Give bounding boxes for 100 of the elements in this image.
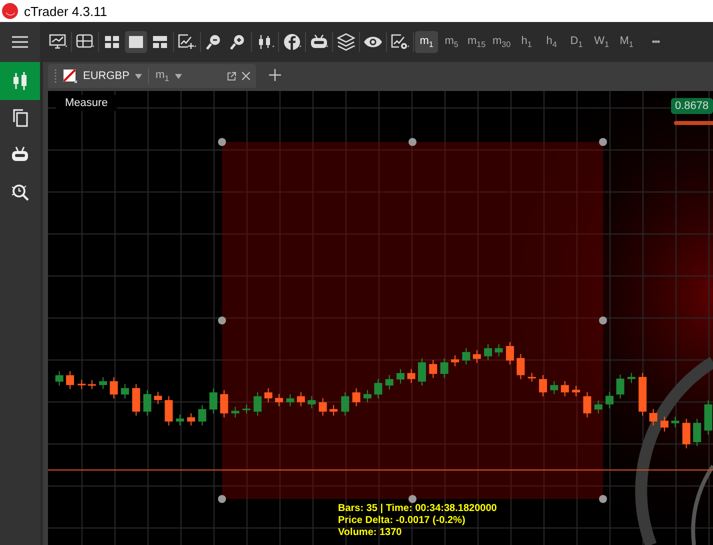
candle [66, 370, 74, 390]
candle [198, 404, 206, 426]
resize-handle[interactable] [218, 495, 226, 503]
resize-handle[interactable] [218, 138, 226, 146]
candle [154, 391, 162, 405]
chart-add-icon [178, 33, 196, 51]
candle [176, 414, 184, 426]
candle [494, 344, 503, 357]
candle [242, 404, 250, 414]
dropdown-caret-icon[interactable] [175, 74, 182, 78]
candle [132, 384, 140, 416]
candle [164, 396, 173, 426]
candle [594, 400, 602, 414]
candle [572, 385, 580, 397]
symbol-label[interactable]: EURGBP [83, 70, 130, 82]
measurement-text: Bars: 35 | Time: 00:34:38.1820000 [338, 503, 497, 515]
monitor-icon [49, 33, 67, 51]
measure-area[interactable] [222, 142, 603, 499]
candle [55, 370, 64, 386]
candle [220, 390, 228, 418]
candle [472, 350, 481, 364]
candle [396, 368, 405, 384]
timeframe-button[interactable]: W$_{1}$ [590, 31, 613, 53]
candle [352, 388, 360, 407]
candle [516, 354, 525, 380]
candle [308, 396, 316, 409]
resize-handle[interactable] [408, 495, 416, 503]
candle [231, 406, 240, 418]
candle [560, 380, 569, 397]
candle [407, 368, 416, 384]
dropdown-caret-icon[interactable] [135, 74, 142, 78]
candle [330, 404, 338, 416]
timeframe-button[interactable]: M$_{1}$ [615, 31, 638, 53]
candle [627, 372, 636, 384]
single-layout-button[interactable] [125, 31, 147, 53]
candle [506, 342, 514, 366]
timeframe-button[interactable]: h$_{1}$ [515, 31, 538, 53]
chart-settings-icon [391, 33, 409, 51]
candle [418, 358, 426, 386]
timeframe-button[interactable]: D$_{1}$ [565, 31, 588, 53]
timeframe-button[interactable]: m$_{5}$ [440, 31, 463, 53]
symbol-flag-icon [63, 69, 77, 83]
candle [120, 384, 129, 399]
chart-tab[interactable]: EURGBP m$_{1}$ [48, 64, 256, 88]
resize-handle[interactable] [218, 316, 226, 324]
candle [363, 390, 372, 403]
grid-layout-icon [103, 33, 121, 51]
candle [550, 380, 558, 395]
more-button[interactable]: ••• [644, 31, 667, 53]
candle [462, 348, 470, 366]
zoom-in-icon [229, 33, 247, 51]
candle [649, 408, 658, 426]
timeframe-label[interactable]: m$_{1}$ [155, 68, 170, 84]
copy-icon [11, 108, 29, 128]
candle [99, 376, 108, 390]
candle [682, 418, 690, 449]
candle [484, 344, 492, 361]
candle [616, 374, 624, 399]
candle [296, 392, 305, 407]
candle [440, 358, 448, 378]
timeframe-button[interactable]: m$_{1}$ [415, 31, 438, 53]
resize-handle[interactable] [599, 138, 607, 146]
candle [385, 374, 394, 390]
social-circle-icon [283, 33, 301, 51]
timeframe-button[interactable]: m$_{30}$ [490, 31, 513, 53]
candle [374, 378, 382, 399]
resize-handle[interactable] [408, 138, 416, 146]
candle [704, 400, 712, 436]
resize-handle[interactable] [599, 495, 607, 503]
candle [187, 412, 196, 426]
candle [693, 418, 702, 447]
candlestick-icon [256, 33, 274, 51]
zoom-out-icon [205, 33, 223, 51]
robot-icon [310, 33, 328, 51]
social-circle-button[interactable] [281, 31, 303, 53]
candle [451, 354, 460, 367]
candle [78, 379, 86, 390]
candle [254, 392, 262, 416]
add-tab-icon[interactable] [269, 69, 281, 81]
candle [318, 398, 327, 416]
candle [660, 416, 668, 432]
measurement-text: Volume: 1370 [338, 527, 403, 539]
analyze-icon [11, 182, 29, 202]
candle [583, 392, 592, 418]
trade-candles-icon [11, 71, 29, 91]
menu-button[interactable] [0, 22, 40, 62]
close-icon[interactable] [242, 72, 250, 80]
split-layout-icon [151, 33, 169, 51]
candle [88, 380, 96, 390]
layers-button[interactable] [335, 31, 357, 53]
timeframe-button[interactable]: h$_{4}$ [540, 31, 563, 53]
candle [286, 394, 294, 407]
popout-icon[interactable] [227, 72, 236, 80]
resize-handle[interactable] [599, 316, 607, 324]
price-tag: 0.8678 [671, 98, 713, 114]
candle [539, 374, 547, 397]
single-layout-icon [127, 33, 145, 51]
candle [429, 360, 438, 378]
price-bar [674, 121, 713, 125]
timeframe-button[interactable]: m$_{15}$ [465, 31, 488, 53]
